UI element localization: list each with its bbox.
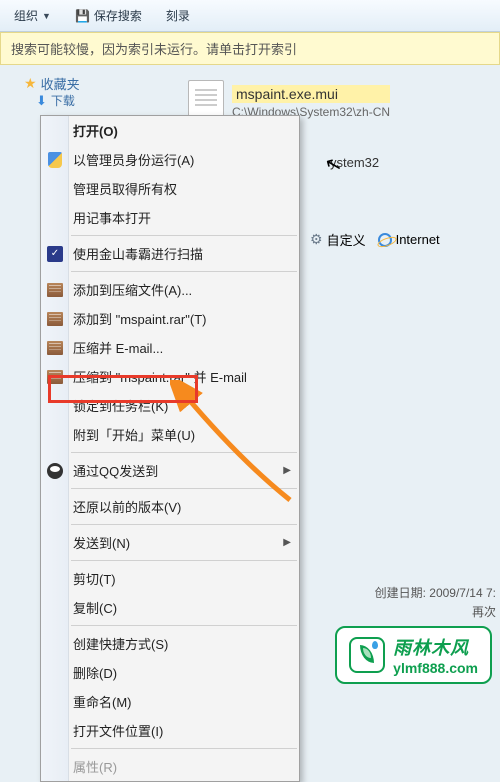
internet-label: Internet <box>396 232 440 247</box>
menu-pin-taskbar[interactable]: 锁定到任务栏(K) <box>41 391 299 420</box>
ie-icon <box>378 233 392 247</box>
menu-separator <box>71 488 297 489</box>
star-icon: ★ <box>24 75 37 92</box>
save-search-button[interactable]: 💾 保存搜索 <box>69 5 148 26</box>
menu-run-as-admin[interactable]: 以管理员身份运行(A) <box>41 145 299 174</box>
menu-scan-jinshan[interactable]: ✓ 使用金山毒霸进行扫描 <box>41 239 299 268</box>
watermark-title: 雨林木风 <box>393 634 478 660</box>
menu-separator <box>71 524 297 525</box>
archive-icon <box>46 281 64 299</box>
menu-pin-start[interactable]: 附到「开始」菜单(U) <box>41 420 299 449</box>
created-label: 创建日期: <box>375 586 426 600</box>
internet-link[interactable]: Internet <box>378 230 440 249</box>
watermark: 雨林木风 ylmf888.com <box>335 626 492 684</box>
save-search-label: 保存搜索 <box>94 7 142 24</box>
file-name: mspaint.exe.mui <box>232 85 390 103</box>
watermark-url: ylmf888.com <box>393 660 478 676</box>
menu-open[interactable]: 打开(O) <box>41 116 299 145</box>
menu-separator <box>71 235 297 236</box>
details-pane: 创建日期: 2009/7/14 7: 再次 <box>375 584 496 622</box>
info-text: 搜索可能较慢，因为索引未运行。请单击打开索引 <box>11 39 297 58</box>
explorer-toolbar: 组织 ▼ 💾 保存搜索 刻录 <box>0 0 500 32</box>
customize-label: 自定义 <box>327 230 366 249</box>
organize-button[interactable]: 组织 ▼ <box>8 5 57 26</box>
menu-rename[interactable]: 重命名(M) <box>41 687 299 716</box>
downloads-link[interactable]: ⬇ 下载 <box>36 92 75 109</box>
submenu-arrow-icon: ▶ <box>283 465 291 476</box>
save-icon: 💾 <box>75 9 90 23</box>
menu-cut[interactable]: 剪切(T) <box>41 564 299 593</box>
menu-separator <box>71 625 297 626</box>
gear-icon: ⚙ <box>310 231 323 248</box>
archive-icon <box>46 368 64 386</box>
download-icon: ⬇ <box>36 93 47 109</box>
burn-button[interactable]: 刻录 <box>160 5 196 26</box>
menu-separator <box>71 452 297 453</box>
menu-create-shortcut[interactable]: 创建快捷方式(S) <box>41 629 299 658</box>
archive-icon <box>46 339 64 357</box>
menu-separator <box>71 748 297 749</box>
search-info-bar[interactable]: 搜索可能较慢，因为索引未运行。请单击打开索引 <box>0 32 500 65</box>
qq-icon <box>46 462 64 480</box>
customize-link[interactable]: ⚙ 自定义 <box>310 230 366 249</box>
menu-send-qq[interactable]: 通过QQ发送到 ▶ <box>41 456 299 485</box>
menu-add-rar[interactable]: 添加到 "mspaint.rar"(T) <box>41 304 299 333</box>
burn-label: 刻录 <box>166 7 190 24</box>
menu-admin-ownership[interactable]: 管理员取得所有权 <box>41 174 299 203</box>
bottom-links: ⚙ 自定义 Internet <box>310 230 440 249</box>
menu-separator <box>71 560 297 561</box>
file-info: mspaint.exe.mui C:\Windows\System32\zh-C… <box>232 85 390 119</box>
menu-open-location[interactable]: 打开文件位置(I) <box>41 716 299 745</box>
favorites-label: 收藏夹 <box>41 74 80 93</box>
menu-copy[interactable]: 复制(C) <box>41 593 299 622</box>
shield-icon <box>46 151 64 169</box>
menu-separator <box>71 271 297 272</box>
menu-compress-rar-email[interactable]: 压缩到 "mspaint.rar" 并 E-mail <box>41 362 299 391</box>
menu-restore-previous[interactable]: 还原以前的版本(V) <box>41 492 299 521</box>
organize-label: 组织 <box>14 7 38 24</box>
search-again-label: 再次 <box>375 603 496 622</box>
antivirus-icon: ✓ <box>46 245 64 263</box>
watermark-logo <box>349 637 385 673</box>
menu-open-notepad[interactable]: 用记事本打开 <box>41 203 299 232</box>
created-value: 2009/7/14 7: <box>429 586 496 600</box>
context-menu: 打开(O) 以管理员身份运行(A) 管理员取得所有权 用记事本打开 ✓ 使用金山… <box>40 115 300 782</box>
menu-add-archive[interactable]: 添加到压缩文件(A)... <box>41 275 299 304</box>
menu-send-to[interactable]: 发送到(N) ▶ <box>41 528 299 557</box>
downloads-label: 下载 <box>51 92 75 109</box>
menu-properties[interactable]: 属性(R) <box>41 752 299 781</box>
chevron-down-icon: ▼ <box>42 11 51 21</box>
submenu-arrow-icon: ▶ <box>283 537 291 548</box>
menu-delete[interactable]: 删除(D) <box>41 658 299 687</box>
menu-compress-email[interactable]: 压缩并 E-mail... <box>41 333 299 362</box>
archive-icon <box>46 310 64 328</box>
